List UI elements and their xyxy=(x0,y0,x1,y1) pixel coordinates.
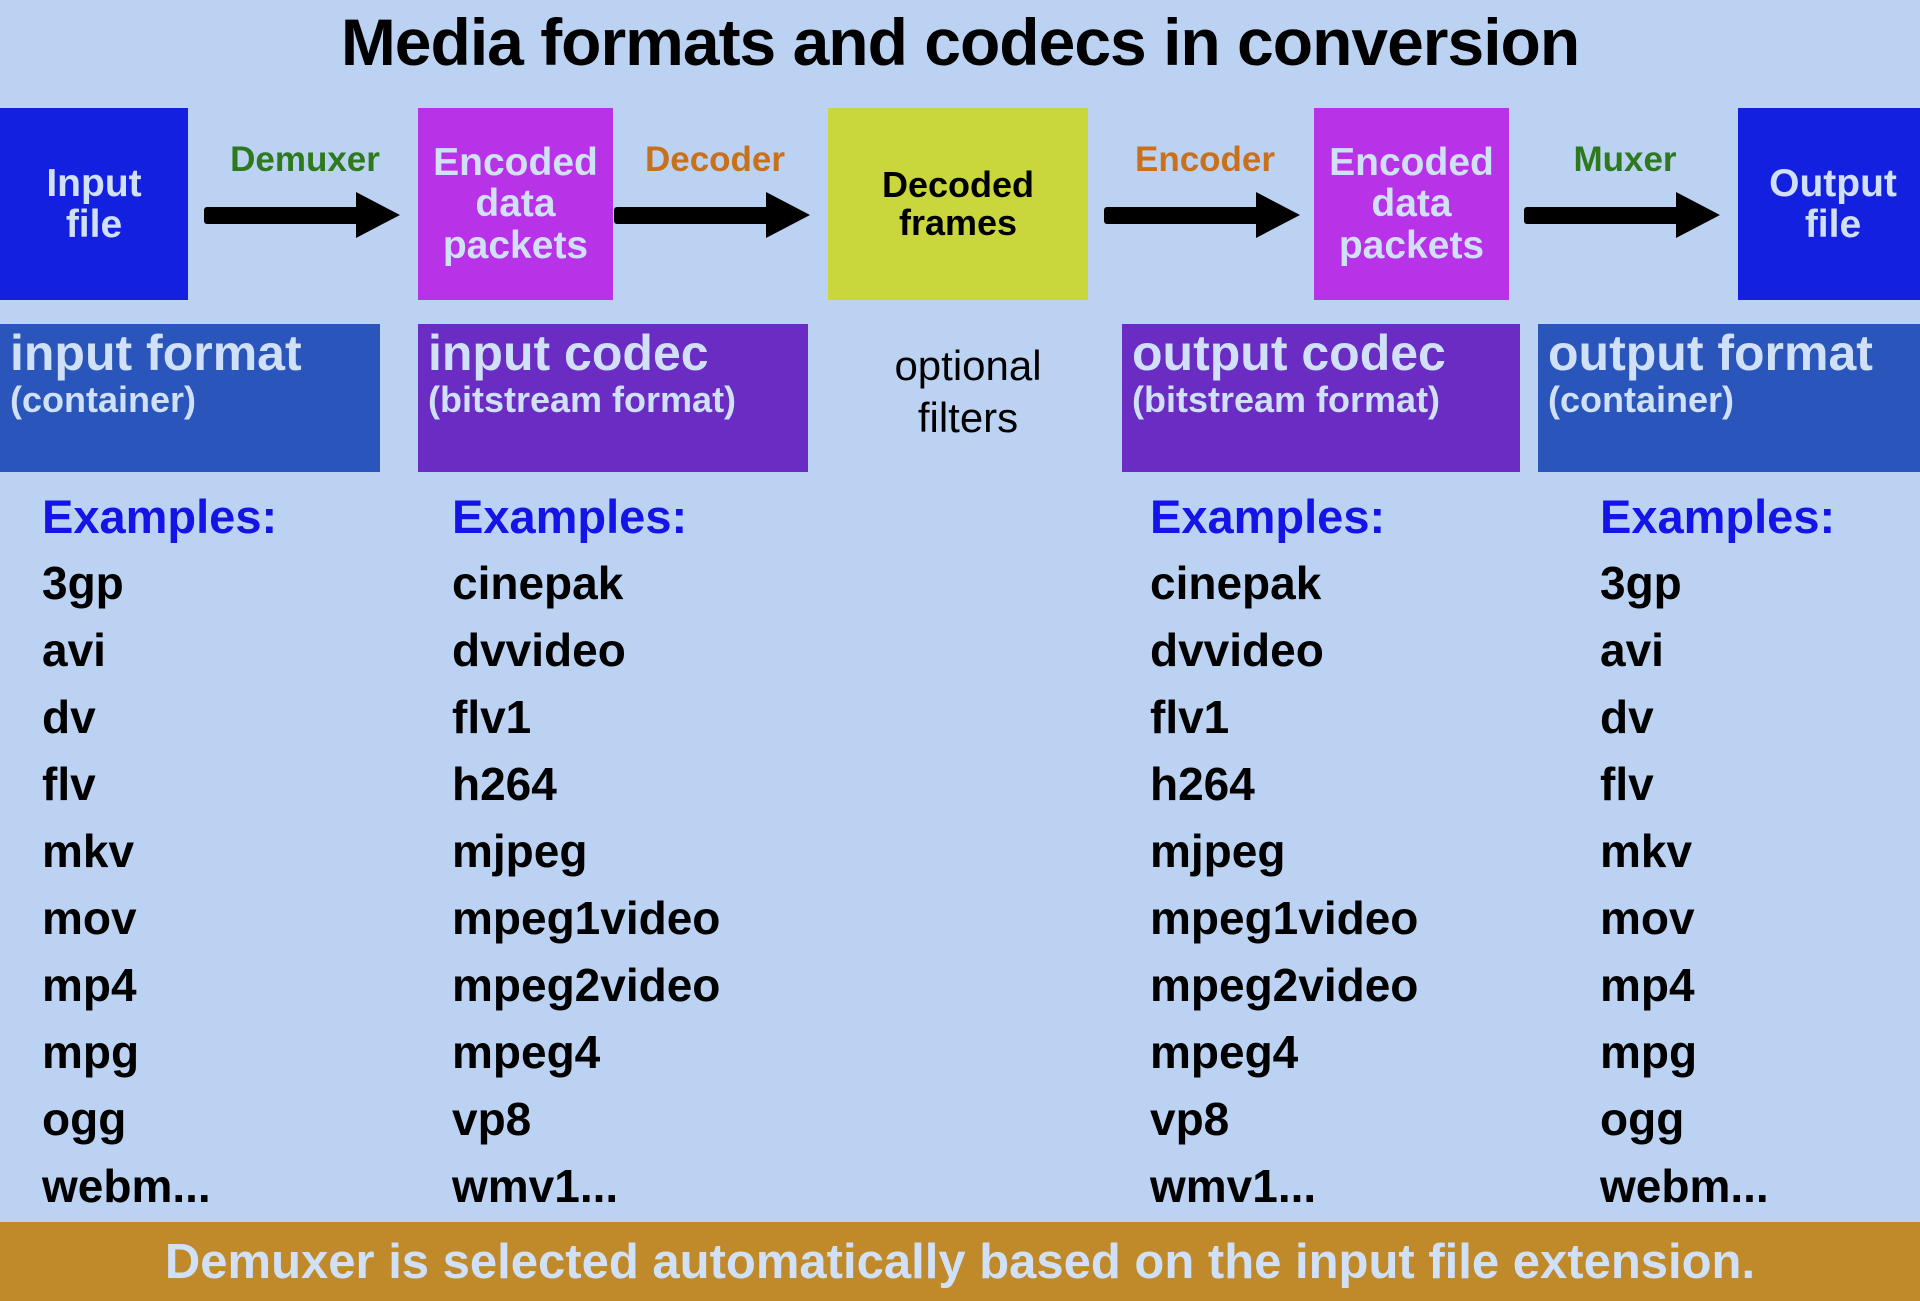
banner-title: output format xyxy=(1548,325,1873,381)
examples-item: cinepak xyxy=(1150,557,1322,609)
examples-item: mov xyxy=(42,892,137,944)
examples-item: webm... xyxy=(1600,1160,1769,1212)
examples-item: ogg xyxy=(1600,1093,1685,1145)
examples-item: 3gp xyxy=(42,557,124,609)
banner-subtitle: (bitstream format) xyxy=(1132,379,1441,420)
examples-item: avi xyxy=(42,624,106,676)
process-label: Demuxer xyxy=(230,140,380,179)
arrow-right-icon xyxy=(600,192,830,238)
examples-item: avi xyxy=(1600,624,1664,676)
process-decoder: Decoder xyxy=(600,140,830,238)
pipeline-box-label: Output file xyxy=(1769,161,1897,246)
pipeline-box-label: Encoded data packets xyxy=(433,141,598,267)
banner-subtitle: (bitstream format) xyxy=(428,379,737,420)
examples-item: mpeg4 xyxy=(452,1026,601,1078)
pipeline-box-input-file: Input file xyxy=(0,108,188,300)
pipeline-box-encoded-packets-out: Encoded data packets xyxy=(1314,108,1509,300)
examples-item: wmv1... xyxy=(1150,1160,1317,1212)
banner-input-codec: input codec (bitstream format) xyxy=(418,324,808,472)
examples-item: 3gp xyxy=(1600,557,1682,609)
examples-heading: Examples: xyxy=(42,490,278,543)
examples-item: mpeg4 xyxy=(1150,1026,1299,1078)
banner-title: input format xyxy=(10,325,302,381)
banner-subtitle: (container) xyxy=(1548,379,1735,420)
banner-input-format: input format (container) xyxy=(0,324,380,472)
examples-item: mkv xyxy=(42,825,135,877)
banner-output-codec: output codec (bitstream format) xyxy=(1122,324,1520,472)
examples-item: vp8 xyxy=(1150,1093,1230,1145)
pipeline-box-label: Decoded frames xyxy=(881,163,1035,243)
examples-item: flv1 xyxy=(452,691,532,743)
examples-item: flv xyxy=(42,758,96,810)
examples-list-output-codec: Examples: cinepak dvvideo flv1 h264 mjpeg mpe… xyxy=(1150,484,1418,1220)
process-label: Encoder xyxy=(1134,140,1276,179)
banner-subtitle: (container) xyxy=(10,379,197,420)
examples-item: flv xyxy=(1600,758,1654,810)
page-title: Media formats and codecs in conversion xyxy=(340,5,1580,79)
examples-item: wmv1... xyxy=(452,1160,619,1212)
pipeline-box-label: Input file xyxy=(46,161,142,246)
examples-item: mpeg2video xyxy=(1150,959,1419,1011)
examples-item: dvvideo xyxy=(452,624,626,676)
examples-item: mp4 xyxy=(1600,959,1695,1011)
examples-item: mpeg1video xyxy=(1150,892,1419,944)
banner-title: output codec xyxy=(1132,325,1446,381)
banner-output-format: output format (container) xyxy=(1538,324,1920,472)
banner-title: input codec xyxy=(428,325,709,381)
arrow-right-icon xyxy=(1090,192,1320,238)
pipeline-box-encoded-packets-in: Encoded data packets xyxy=(418,108,613,300)
examples-items: cinepak dvvideo flv1 h264 mjpeg mpeg1video mpe… xyxy=(452,550,720,1220)
examples-item: vp8 xyxy=(452,1093,532,1145)
examples-item: dv xyxy=(1600,691,1654,743)
process-demuxer: Demuxer xyxy=(190,140,420,238)
pipeline-box-output-file: Output file xyxy=(1738,108,1920,300)
examples-item: mpg xyxy=(42,1026,140,1078)
optional-filters-label: optional filters xyxy=(894,342,1042,441)
arrow-right-icon xyxy=(190,192,420,238)
process-encoder: Encoder xyxy=(1090,140,1320,238)
examples-item: mjpeg xyxy=(452,825,588,877)
examples-item: ogg xyxy=(42,1093,127,1145)
examples-item: cinepak xyxy=(452,557,624,609)
examples-item: mp4 xyxy=(42,959,137,1011)
examples-item: mpeg2video xyxy=(452,959,721,1011)
examples-item: h264 xyxy=(452,758,557,810)
examples-list-input-format: Examples: 3gp avi dv flv mkv mov mp4 mpg ogg webm… xyxy=(42,484,277,1220)
arrow-right-icon xyxy=(1510,192,1740,238)
examples-items: 3gp avi dv flv mkv mov mp4 mpg ogg webm... xyxy=(1600,550,1835,1220)
examples-item: h264 xyxy=(1150,758,1255,810)
examples-item: webm... xyxy=(42,1160,211,1212)
examples-list-output-format: Examples: 3gp avi dv flv mkv mov mp4 mpg ogg webm… xyxy=(1600,484,1835,1220)
pipeline-box-decoded-frames: Decoded frames xyxy=(828,108,1088,300)
examples-items: cinepak dvvideo flv1 h264 mjpeg mpeg1video mpe… xyxy=(1150,550,1418,1220)
process-label: Muxer xyxy=(1573,140,1677,179)
examples-list-input-codec: Examples: cinepak dvvideo flv1 h264 mjpeg mpe… xyxy=(452,484,720,1220)
examples-item: mkv xyxy=(1600,825,1693,877)
pipeline-box-label: Encoded data packets xyxy=(1329,141,1494,267)
process-muxer: Muxer xyxy=(1510,140,1740,238)
footer-note: Demuxer is selected automatically based … xyxy=(0,1222,1920,1301)
examples-heading: Examples: xyxy=(452,490,688,543)
examples-item: mpg xyxy=(1600,1026,1698,1078)
examples-item: flv1 xyxy=(1150,691,1230,743)
examples-item: dvvideo xyxy=(1150,624,1324,676)
examples-item: mjpeg xyxy=(1150,825,1286,877)
examples-heading: Examples: xyxy=(1600,490,1836,543)
examples-items: 3gp avi dv flv mkv mov mp4 mpg ogg webm... xyxy=(42,550,277,1220)
process-label: Decoder xyxy=(644,140,786,179)
examples-item: mpeg1video xyxy=(452,892,721,944)
examples-item: mov xyxy=(1600,892,1695,944)
examples-heading: Examples: xyxy=(1150,490,1386,543)
examples-item: dv xyxy=(42,691,96,743)
